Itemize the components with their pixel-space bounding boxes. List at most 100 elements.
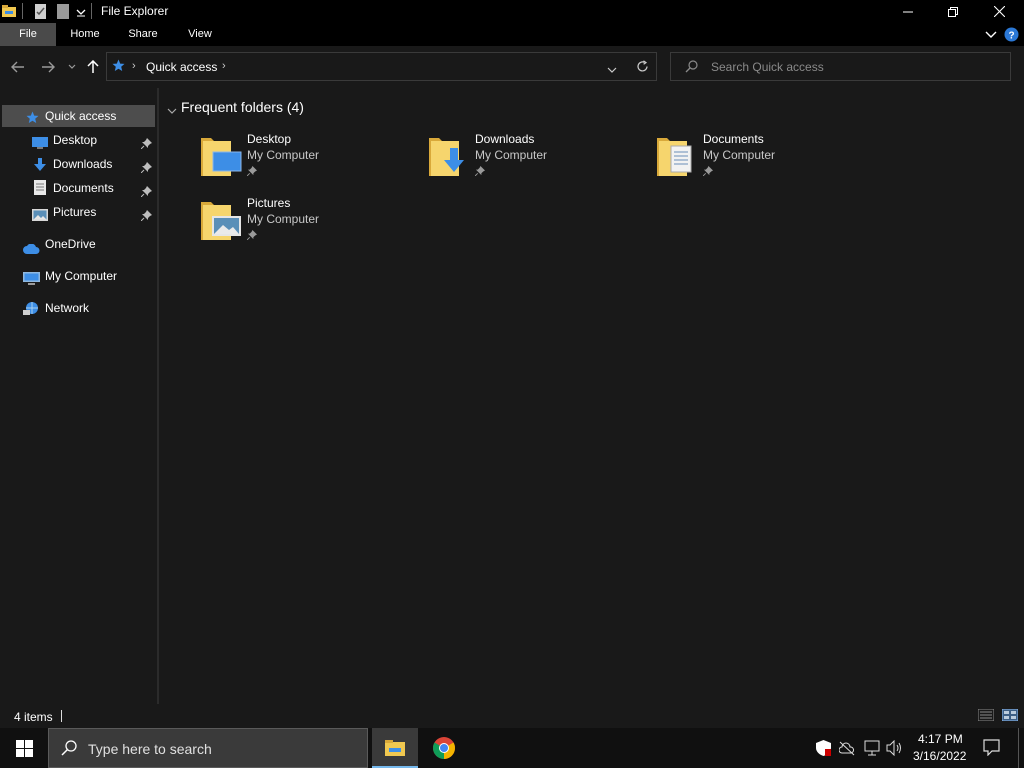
- details-view-icon[interactable]: [977, 708, 995, 724]
- folder-tile-desktop[interactable]: Desktop My Computer: [201, 132, 421, 188]
- onedrive-paused-icon[interactable]: [838, 740, 855, 759]
- documents-icon: [34, 180, 46, 202]
- close-icon: [993, 6, 1005, 17]
- divider: [22, 3, 23, 19]
- breadcrumb-separator-icon: ›: [132, 60, 136, 72]
- folder-location: My Computer: [703, 148, 776, 162]
- refresh-icon[interactable]: [636, 60, 649, 76]
- computer-icon: [23, 270, 40, 292]
- recent-locations-button[interactable]: [64, 59, 80, 75]
- large-icons-view-icon[interactable]: [1001, 708, 1019, 724]
- group-title: Frequent folders (4): [181, 99, 304, 115]
- content-pane: Frequent folders (4) Desktop My Computer…: [159, 88, 1024, 704]
- sidebar-item-label: Network: [45, 301, 90, 315]
- sidebar-item-desktop[interactable]: Desktop: [0, 129, 157, 151]
- restore-button[interactable]: [930, 0, 976, 23]
- svg-text:?: ?: [1008, 31, 1014, 42]
- pin-icon[interactable]: [140, 206, 152, 228]
- close-button[interactable]: [976, 0, 1022, 23]
- expand-ribbon-chevron-icon[interactable]: [985, 28, 997, 43]
- sidebar-item-downloads[interactable]: Downloads: [0, 153, 157, 175]
- tab-home[interactable]: Home: [62, 23, 108, 46]
- ribbon-tabs: File Home Share View ?: [0, 23, 1024, 46]
- status-bar: 4 items: [0, 704, 1024, 728]
- sidebar-item-label: Pictures: [53, 205, 97, 219]
- back-button[interactable]: [10, 59, 26, 75]
- folder-tile-documents[interactable]: Documents My Computer: [657, 132, 877, 188]
- divider: [91, 3, 92, 19]
- pictures-folder-icon: [201, 198, 243, 245]
- sidebar-item-label: OneDrive: [45, 237, 96, 251]
- show-desktop-button[interactable]: [1018, 728, 1024, 768]
- quick-access-star-icon: [112, 59, 125, 75]
- arrow-left-icon: [11, 61, 24, 73]
- minimize-button[interactable]: [885, 0, 931, 23]
- minimize-icon: [903, 11, 913, 12]
- pin-icon: [246, 229, 257, 243]
- desktop-folder-icon: [201, 134, 243, 181]
- sidebar-item-label: My Computer: [45, 269, 118, 283]
- breadcrumb-chevron-icon[interactable]: ›: [222, 60, 226, 72]
- volume-icon[interactable]: [886, 739, 904, 759]
- address-dropdown-icon[interactable]: [607, 63, 617, 77]
- sidebar-item-onedrive[interactable]: OneDrive: [0, 233, 157, 255]
- title-bar: File Explorer: [0, 0, 1024, 23]
- search-icon: [685, 60, 698, 76]
- clock-time: 4:17 PM: [918, 732, 963, 746]
- folder-tile-pictures[interactable]: Pictures My Computer: [201, 196, 421, 252]
- address-bar[interactable]: › Quick access ›: [106, 52, 657, 81]
- sidebar-item-quick-access[interactable]: Quick access: [2, 105, 155, 127]
- folder-location: My Computer: [247, 212, 320, 226]
- customize-dropdown-icon[interactable]: [76, 6, 86, 20]
- notifications-icon[interactable]: [983, 739, 1000, 759]
- file-explorer-icon: [385, 739, 405, 759]
- window-title: File Explorer: [101, 4, 169, 18]
- taskbar-file-explorer-button[interactable]: [372, 728, 418, 768]
- folder-name: Downloads: [475, 132, 535, 146]
- folder-location: My Computer: [247, 148, 320, 162]
- folder-name: Documents: [703, 132, 764, 146]
- clock[interactable]: 4:17 PM 3/16/2022: [906, 731, 972, 765]
- clock-date: 3/16/2022: [913, 749, 967, 763]
- start-button[interactable]: [0, 728, 48, 768]
- tab-view[interactable]: View: [178, 23, 222, 46]
- breadcrumb-quick-access[interactable]: Quick access: [146, 60, 217, 74]
- downloads-folder-icon: [429, 134, 471, 181]
- tab-file[interactable]: File: [0, 23, 56, 46]
- search-box[interactable]: Search Quick access: [670, 52, 1011, 81]
- new-folder-icon[interactable]: [57, 4, 69, 22]
- taskbar-search-box[interactable]: Type here to search: [48, 728, 368, 768]
- network-status-icon[interactable]: [864, 740, 880, 759]
- download-icon: [33, 157, 47, 179]
- sidebar-item-label: Downloads: [53, 157, 113, 171]
- taskbar-chrome-button[interactable]: [422, 728, 468, 768]
- chrome-icon: [433, 737, 455, 762]
- divider: [61, 710, 62, 722]
- folder-app-icon: [2, 4, 16, 21]
- quick-access-star-icon: [26, 109, 39, 131]
- taskbar: Type here to search 4:17 PM 3/16/2022: [0, 728, 1024, 768]
- sidebar-item-pictures[interactable]: Pictures: [0, 201, 157, 223]
- network-icon: [23, 301, 40, 323]
- sidebar-item-documents[interactable]: Documents: [0, 177, 157, 199]
- restore-icon: [948, 6, 958, 17]
- folder-name: Desktop: [247, 132, 292, 146]
- folder-tile-downloads[interactable]: Downloads My Computer: [429, 132, 649, 188]
- tab-share[interactable]: Share: [120, 23, 166, 46]
- folder-name: Pictures: [247, 196, 291, 210]
- sidebar-item-my-computer[interactable]: My Computer: [0, 265, 157, 287]
- group-collapse-chevron-icon: [167, 104, 177, 118]
- security-shield-icon[interactable]: [816, 740, 831, 759]
- sidebar-item-network[interactable]: Network: [0, 297, 157, 319]
- windows-logo-icon: [15, 739, 33, 757]
- pin-icon: [474, 165, 485, 179]
- documents-folder-icon: [657, 134, 699, 181]
- help-icon[interactable]: ?: [1004, 27, 1019, 45]
- up-button[interactable]: [85, 59, 101, 75]
- sidebar-item-label: Documents: [53, 181, 114, 195]
- forward-button[interactable]: [40, 59, 56, 75]
- properties-icon[interactable]: [34, 4, 47, 22]
- search-placeholder: Search Quick access: [711, 60, 824, 74]
- arrow-right-icon: [42, 61, 55, 73]
- sidebar-item-label: Desktop: [53, 133, 98, 147]
